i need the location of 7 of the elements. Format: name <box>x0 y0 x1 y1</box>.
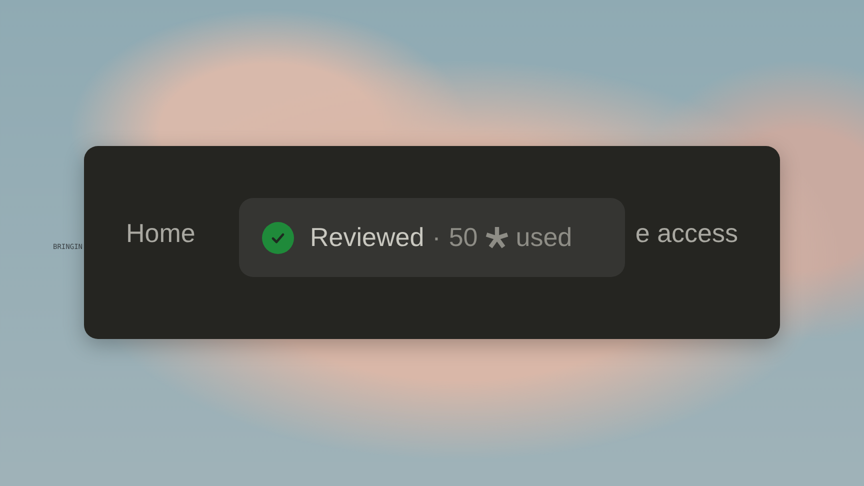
used-text: used <box>516 222 572 253</box>
status-text: Reviewed <box>310 222 424 253</box>
nav-link[interactable]: Home <box>126 218 196 249</box>
asterisk-icon <box>484 226 509 250</box>
nav-link[interactable]: e access <box>635 218 738 249</box>
separator-text: · <box>432 222 441 253</box>
amount-text: 50 <box>448 222 478 253</box>
